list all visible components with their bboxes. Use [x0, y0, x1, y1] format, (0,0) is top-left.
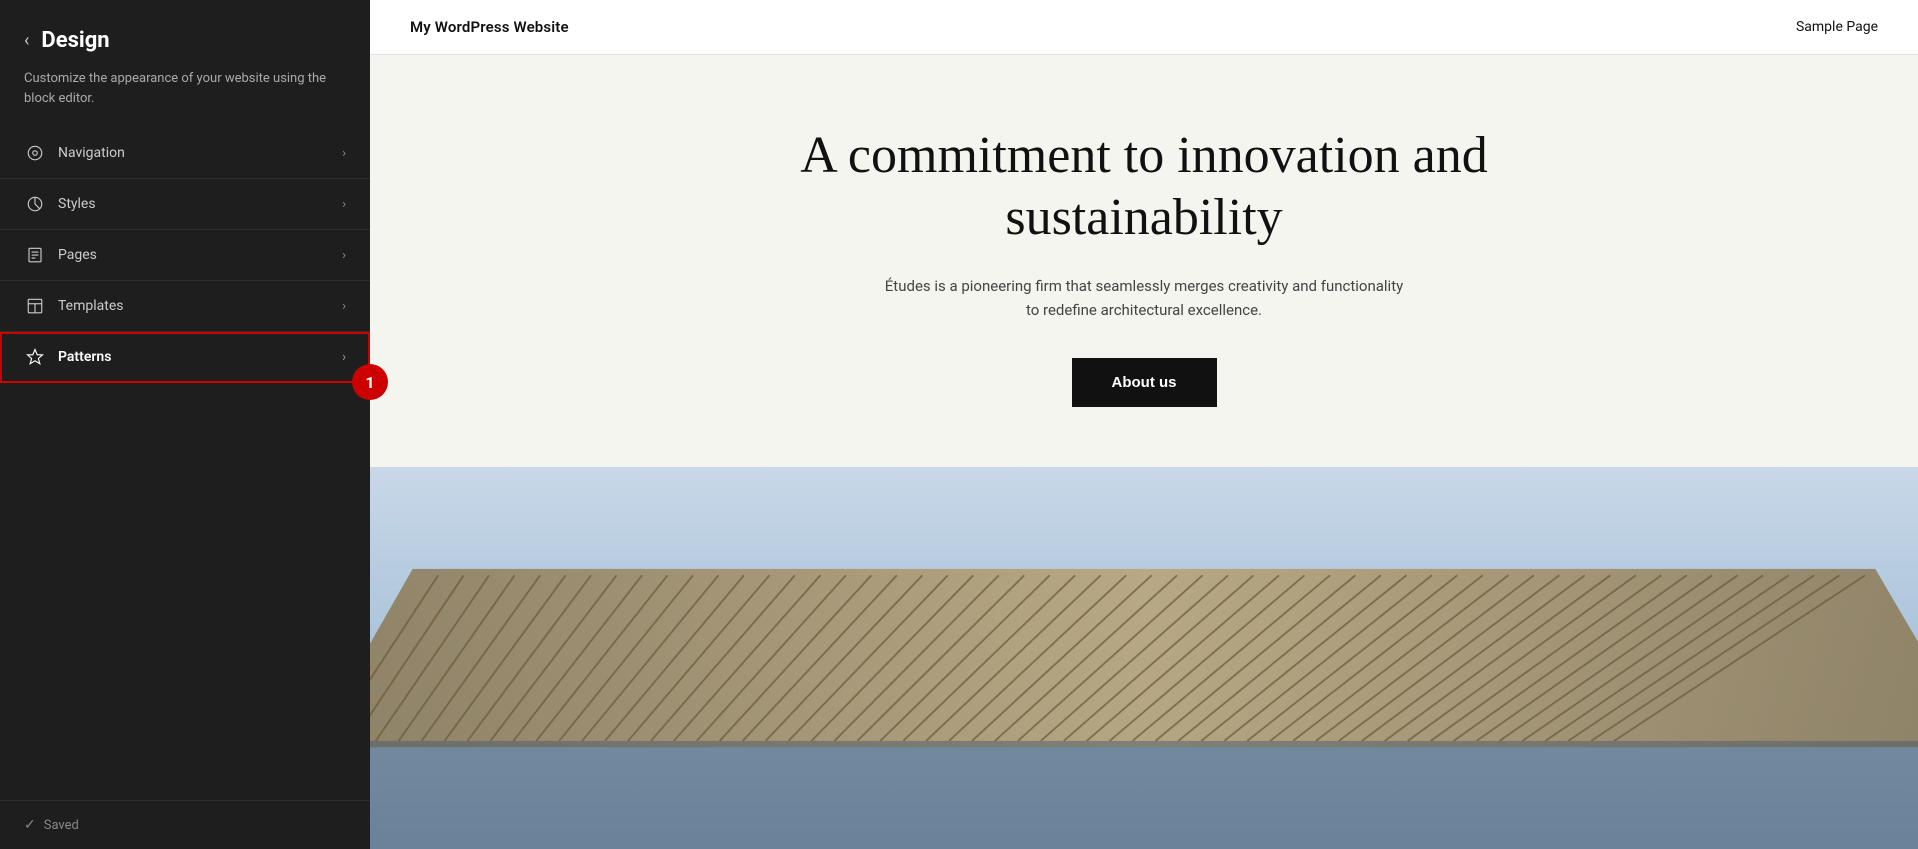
sidebar: ‹ Design Customize the appearance of you…	[0, 0, 370, 849]
preview-hero: A commitment to innovation and sustainab…	[370, 55, 1918, 467]
sidebar-item-templates-label: Templates	[58, 298, 342, 314]
back-button[interactable]: ‹	[24, 30, 29, 51]
templates-icon	[24, 295, 46, 317]
sidebar-description: Customize the appearance of your website…	[0, 69, 370, 128]
preview-image-area	[370, 467, 1918, 849]
sidebar-item-templates[interactable]: Templates ›	[0, 281, 370, 332]
preview-site-title: My WordPress Website	[410, 18, 569, 36]
sidebar-item-styles-label: Styles	[58, 196, 342, 212]
preview-nav-link[interactable]: Sample Page	[1796, 19, 1878, 35]
sidebar-item-patterns[interactable]: Patterns › 1	[0, 332, 370, 383]
chevron-right-icon: ›	[342, 146, 346, 161]
patterns-icon	[24, 346, 46, 368]
saved-label: Saved	[44, 818, 79, 833]
preview-cta-button[interactable]: About us	[1072, 358, 1217, 407]
sidebar-header: ‹ Design	[0, 0, 370, 69]
preview-hero-title: A commitment to innovation and sustainab…	[794, 125, 1494, 250]
sidebar-menu: Navigation › Styles › Pages › Templates …	[0, 128, 370, 800]
sidebar-item-styles[interactable]: Styles ›	[0, 179, 370, 230]
building-illustration	[370, 467, 1918, 849]
sidebar-item-navigation-label: Navigation	[58, 145, 342, 161]
step-badge: 1	[352, 364, 388, 400]
chevron-right-icon-pages: ›	[342, 248, 346, 263]
chevron-right-icon-templates: ›	[342, 299, 346, 314]
chevron-right-icon-styles: ›	[342, 197, 346, 212]
preview-hero-subtitle: Études is a pioneering firm that seamles…	[884, 274, 1404, 322]
navigation-icon	[24, 142, 46, 164]
chevron-right-icon-patterns: ›	[342, 350, 346, 365]
preview-area: My WordPress Website Sample Page A commi…	[370, 0, 1918, 849]
sidebar-footer: ✓ Saved	[0, 800, 370, 849]
sidebar-item-navigation[interactable]: Navigation ›	[0, 128, 370, 179]
sidebar-item-pages[interactable]: Pages ›	[0, 230, 370, 281]
sidebar-item-pages-label: Pages	[58, 247, 342, 263]
preview-topbar: My WordPress Website Sample Page	[370, 0, 1918, 55]
pages-icon	[24, 244, 46, 266]
styles-icon	[24, 193, 46, 215]
sidebar-title: Design	[41, 28, 109, 53]
sidebar-item-patterns-label: Patterns	[58, 349, 342, 365]
saved-check-icon: ✓	[24, 817, 36, 833]
